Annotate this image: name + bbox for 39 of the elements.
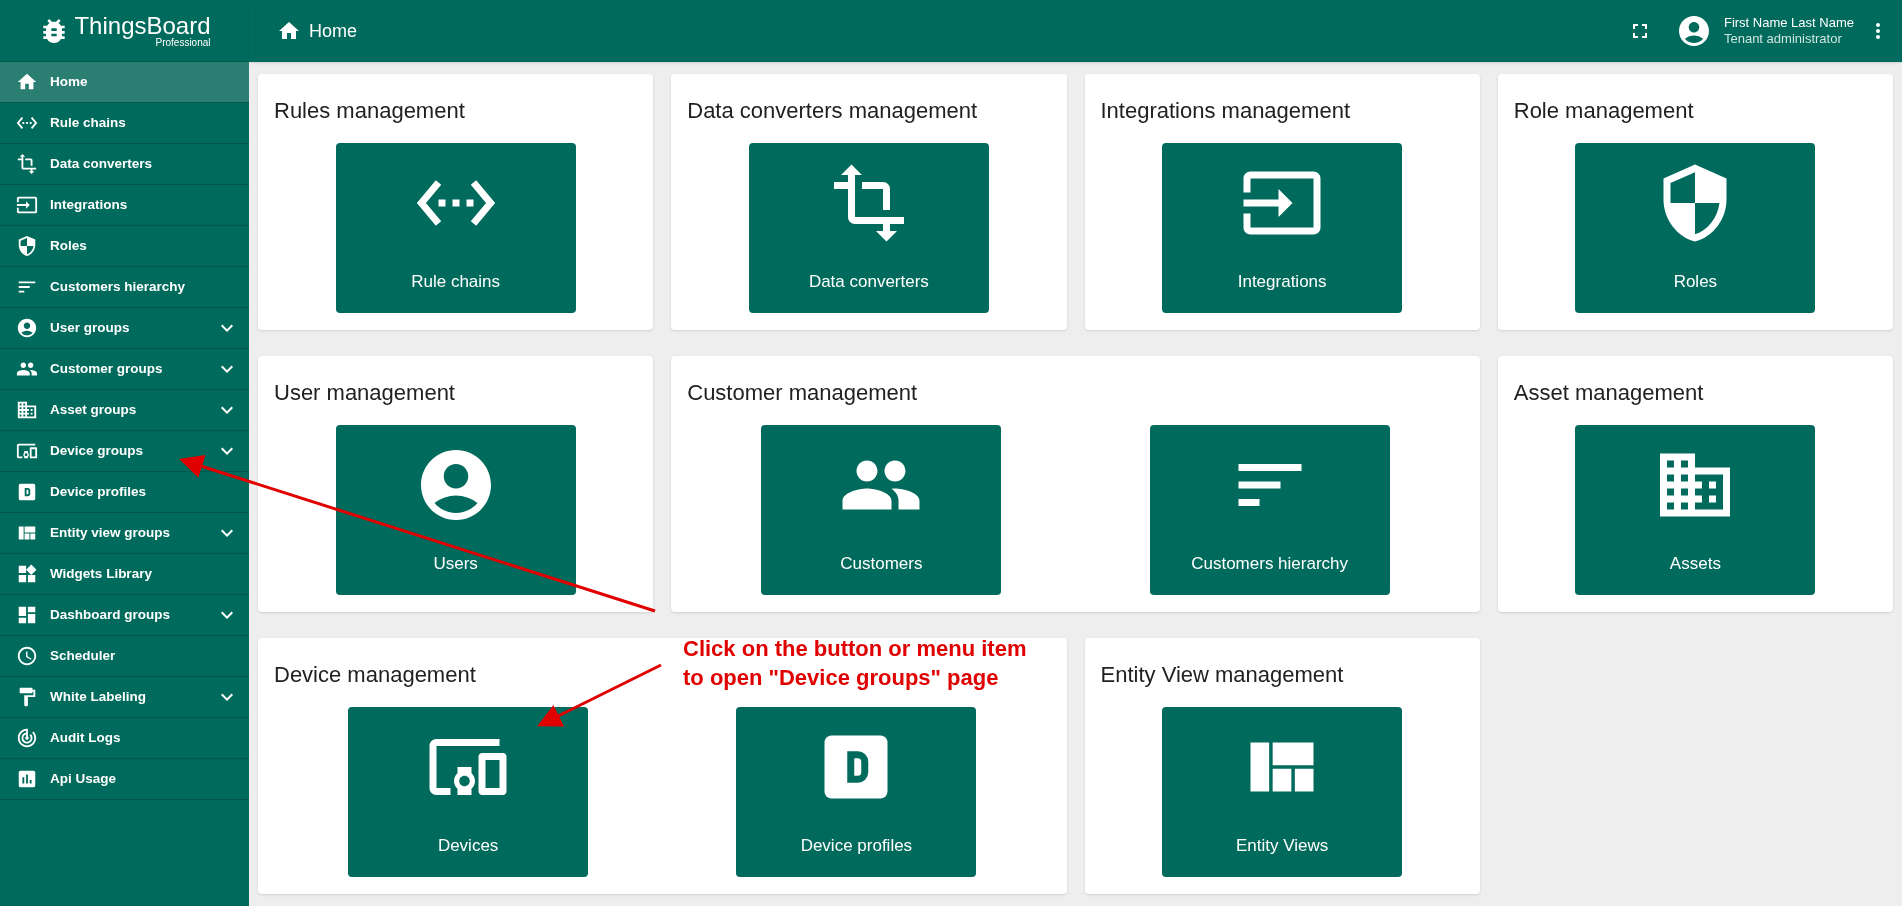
card-title: Asset management [1513, 379, 1704, 407]
card-title: Customer management [687, 379, 918, 407]
navigation-tile[interactable]: Roles [1575, 143, 1816, 313]
clock-icon [16, 645, 38, 667]
navigation-tile[interactable]: Devices [348, 707, 589, 877]
sidebar-item[interactable]: Home [0, 62, 249, 103]
letter-square-icon [16, 481, 38, 503]
navigation-tile[interactable]: Customers hierarchy [1149, 425, 1390, 595]
navigation-tile[interactable]: Rule chains [335, 143, 576, 313]
more-icon [1876, 23, 1880, 39]
card-title: Entity View management [1100, 661, 1344, 689]
navigation-tile[interactable]: Users [335, 425, 576, 595]
annotation-text: Click on the button or menu item [683, 635, 1027, 663]
navigation-tile[interactable]: Data converters [748, 143, 989, 313]
widgets-icon [16, 563, 38, 585]
navigation-tile[interactable]: Entity Views [1162, 707, 1403, 877]
card-title: Integrations management [1100, 97, 1350, 125]
card-title: Device management [274, 661, 476, 689]
crop-arrows-icon [16, 153, 38, 175]
bar-chart-icon [16, 768, 38, 790]
edition-text: Professional [155, 37, 211, 48]
card-title: Data converters management [687, 97, 978, 125]
shield-icon [16, 235, 38, 257]
user-name: First Name Last Name [1723, 14, 1854, 31]
card-title: User management [274, 379, 455, 407]
building-icon [16, 399, 38, 421]
page-title: Home [309, 19, 357, 43]
input-arrow-icon [16, 194, 38, 216]
radar-icon [16, 727, 38, 749]
annotation-text: to open "Device groups" page [683, 664, 1000, 692]
logo-text: ThingsBoard [74, 13, 211, 38]
navigation-tile[interactable]: Device profiles [736, 707, 977, 877]
user-role: Tenant administrator [1723, 31, 1843, 48]
card-title: Role management [1513, 97, 1694, 125]
navigation-tile[interactable]: Integrations [1162, 143, 1403, 313]
dashboard-icon [16, 604, 38, 626]
navigation-tile[interactable]: Customers [761, 425, 1002, 595]
card-title: Rules management [274, 97, 465, 125]
navigation-tile[interactable]: Assets [1575, 425, 1816, 595]
